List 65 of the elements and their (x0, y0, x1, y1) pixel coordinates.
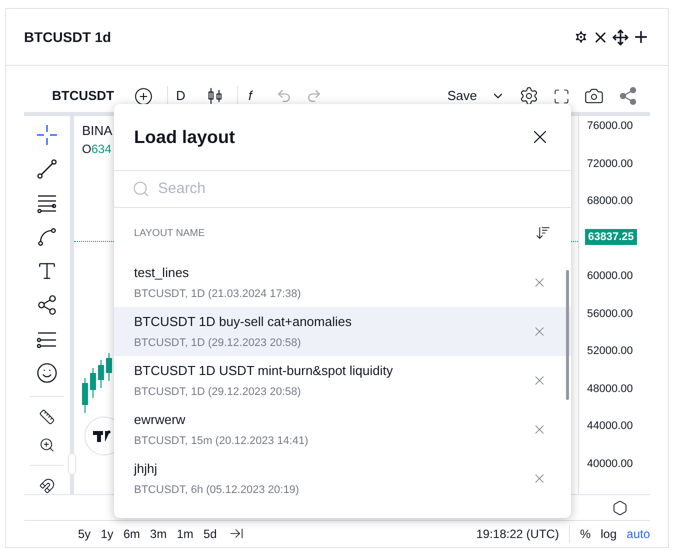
settings-icon[interactable] (573, 29, 589, 45)
layout-name: ewrwerw (134, 410, 186, 428)
pattern-icon[interactable] (36, 294, 58, 316)
save-button[interactable]: Save (447, 86, 477, 106)
range-button[interactable]: 6m (123, 524, 140, 542)
dialog-title: Load layout (134, 126, 236, 149)
layout-name: BTCUSDT 1D buy-sell cat+anomalies (134, 312, 352, 331)
layout-name: test_lines (134, 264, 190, 282)
time-label: 19:18:22 (UTC) (476, 524, 570, 542)
widget-title: BTCUSDT 1d (24, 28, 112, 46)
range-button[interactable]: 5d (203, 524, 217, 542)
current-price-label: 63837.25 (585, 228, 637, 244)
price-label: 52000.00 (586, 344, 633, 359)
crosshair-icon[interactable] (36, 124, 58, 146)
search-field[interactable]: Search (158, 178, 553, 200)
price-label: 72000.00 (586, 156, 633, 172)
layout-name: BTCUSDT 1D USDT mint-burn&spot liquidity (134, 362, 393, 380)
range-button[interactable]: 5y (78, 524, 91, 542)
legend-symbol: BINA (82, 122, 112, 140)
settings-icon[interactable] (519, 86, 539, 106)
search-icon (132, 180, 150, 198)
open-value: 634 (91, 141, 112, 158)
price-label: 76000.00 (586, 119, 633, 134)
price-label: 68000.00 (586, 194, 633, 209)
open-label: O (82, 141, 92, 158)
layout-details: BTCUSDT, 15m (20.12.2023 14:41) (134, 434, 308, 449)
layout-details: BTCUSDT, 1D (29.12.2023 20:58) (134, 385, 302, 400)
layout-row[interactable]: BTCUSDT 1D USDT mint-burn&spot liquidity BTCUSDT, 1D (29.12.2023 20:58) (114, 356, 571, 405)
share-icon[interactable] (618, 86, 638, 106)
range-button[interactable]: 1m (176, 524, 194, 542)
collapse-handle[interactable] (68, 453, 76, 475)
go-to-date-icon[interactable] (228, 526, 244, 541)
price-label: 48000.00 (586, 382, 633, 396)
layout-details: BTCUSDT, 1D (21.03.2024 17:38) (134, 287, 301, 302)
scale-toggle[interactable]: auto (626, 524, 650, 542)
move-icon[interactable] (612, 28, 629, 46)
candles-icon[interactable] (207, 87, 224, 105)
layout-details: BTCUSDT, 6h (05.12.2023 20:19) (134, 483, 300, 498)
symbol-button[interactable]: BTCUSDT (52, 86, 120, 106)
text-icon[interactable] (36, 260, 58, 282)
range-button[interactable]: 3m (150, 524, 167, 542)
layout-row[interactable]: jhjhj BTCUSDT, 6h (05.12.2023 20:19) (114, 454, 571, 503)
camera-icon[interactable] (584, 86, 604, 106)
layout-row[interactable]: BTCUSDT 1D buy-sell cat+anomalies BTCUSDT, 1D (29.12.2023 20:58) (114, 307, 571, 356)
layout-name: jhjhj (134, 460, 158, 478)
sort-icon[interactable] (535, 225, 551, 241)
price-label: 40000.00 (586, 456, 633, 472)
fullscreen-icon[interactable] (553, 88, 570, 104)
trend-line-icon[interactable] (36, 158, 58, 180)
price-label: 56000.00 (586, 306, 633, 322)
scrollbar[interactable] (566, 270, 569, 400)
plus-icon[interactable] (632, 28, 650, 46)
column-header: LAYOUT NAME (134, 226, 205, 240)
scale-settings-icon[interactable] (612, 500, 628, 516)
layout-row[interactable]: ewrwerw BTCUSDT, 15m (20.12.2023 14:41) (114, 405, 571, 454)
scale-toggle[interactable]: log (600, 524, 617, 542)
price-label: 60000.00 (586, 269, 633, 284)
price-label: 44000.00 (586, 419, 633, 434)
smiley-icon[interactable] (36, 362, 58, 384)
range-button[interactable]: 1y (100, 524, 114, 542)
add-symbol-icon[interactable] (134, 86, 153, 106)
layout-details: BTCUSDT, 1D (29.12.2023 20:58) (134, 336, 302, 351)
scale-toggle[interactable]: % (580, 524, 591, 542)
brush-icon[interactable] (36, 226, 58, 248)
layout-row[interactable]: test_lines BTCUSDT, 1D (21.03.2024 17:38) (114, 258, 571, 307)
